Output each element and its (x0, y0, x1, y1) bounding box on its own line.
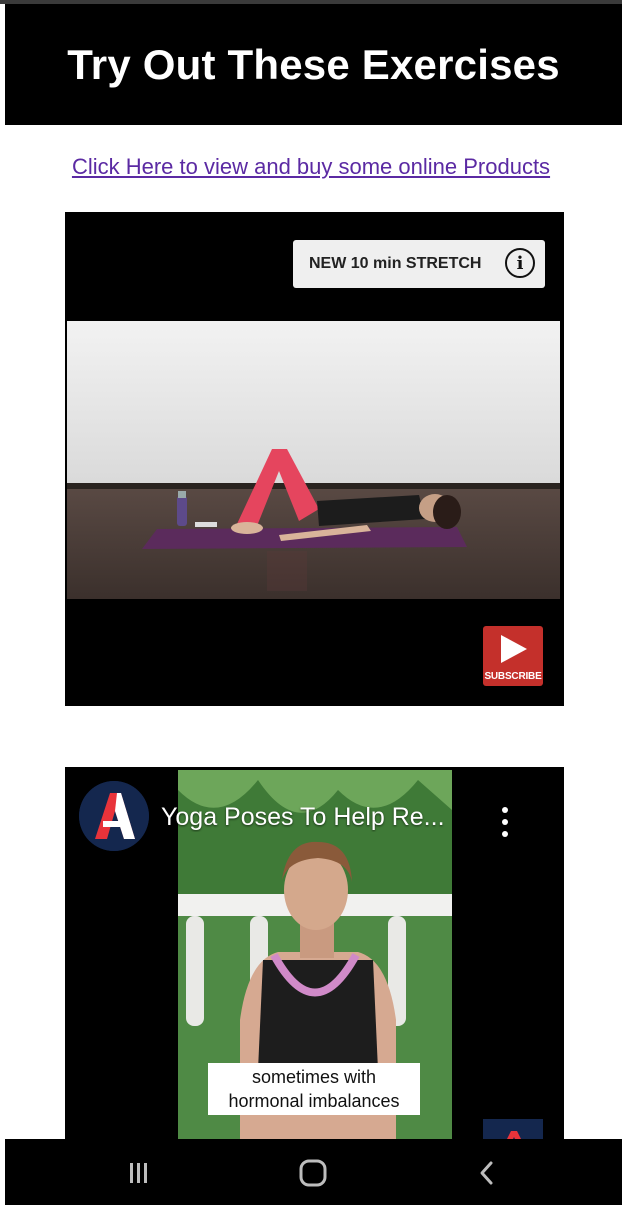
stretch-scene (67, 321, 560, 599)
page-header: Try Out These Exercises (5, 4, 622, 125)
video-player-yoga[interactable]: Yoga Poses To Help Re... sometimes with … (65, 767, 564, 1147)
caption-line: hormonal imbalances (228, 1091, 400, 1111)
more-dot (502, 831, 508, 837)
back-button[interactable] (457, 1151, 517, 1195)
more-dot (502, 807, 508, 813)
caption-line: sometimes with (251, 1067, 377, 1087)
channel-logo-icon (79, 781, 149, 851)
play-icon (501, 635, 527, 663)
products-link[interactable]: Click Here to view and buy some online P… (0, 154, 622, 180)
recents-icon (130, 1163, 147, 1183)
home-button[interactable] (283, 1151, 343, 1195)
channel-avatar[interactable] (79, 781, 149, 851)
home-icon (299, 1159, 327, 1187)
more-vertical-icon[interactable] (495, 807, 515, 837)
promo-chip-label: NEW 10 min STRETCH (309, 255, 482, 272)
more-dot (502, 819, 508, 825)
recents-button[interactable] (109, 1151, 169, 1195)
video-player-stretch[interactable]: NEW 10 min STRETCH i SUBSCRIBE (65, 212, 564, 706)
screen: Try Out These Exercises Click Here to vi… (0, 0, 622, 1205)
subscribe-button[interactable]: SUBSCRIBE (483, 626, 543, 686)
video-title[interactable]: Yoga Poses To Help Re... (161, 803, 461, 832)
system-nav-bar (5, 1139, 622, 1205)
video-caption: sometimes with hormonal imbalances (208, 1063, 420, 1115)
promo-chip[interactable]: NEW 10 min STRETCH i (293, 240, 545, 288)
page-title: Try Out These Exercises (67, 40, 560, 88)
subscribe-label: SUBSCRIBE (484, 671, 542, 682)
back-icon (480, 1161, 493, 1185)
video-thumbnail-stretch[interactable] (67, 321, 560, 599)
info-icon[interactable]: i (505, 248, 535, 278)
